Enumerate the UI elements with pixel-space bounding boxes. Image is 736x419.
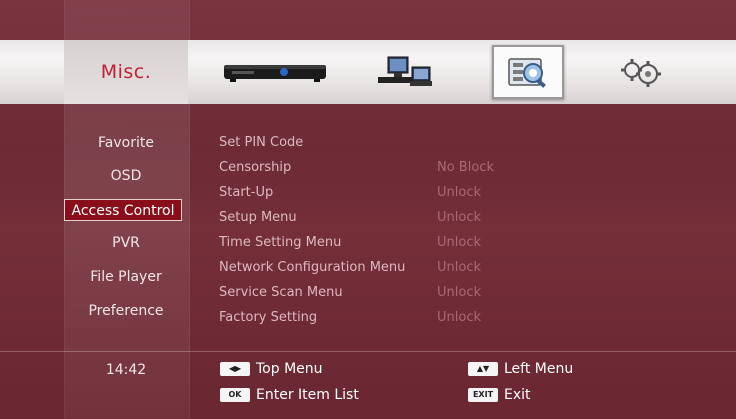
sidebar-item-pvr[interactable]: PVR	[64, 232, 188, 254]
option-time-setting-menu[interactable]: Time Setting Menu	[219, 232, 341, 254]
option-time-setting-menu-value: Unlock	[437, 235, 481, 250]
left-right-key-icon: ◀▶	[220, 362, 250, 376]
hint-exit: EXIT Exit	[468, 384, 531, 406]
exit-key-icon: EXIT	[468, 388, 498, 402]
option-start-up-value: Unlock	[437, 185, 481, 200]
clock: 14:42	[105, 362, 147, 378]
footer-divider	[0, 351, 736, 352]
hint-top-menu: ◀▶ Top Menu	[220, 358, 323, 380]
screen: Misc. Favorite OSD Access Control PVR Fi…	[0, 0, 736, 419]
option-network-configuration-menu-value: Unlock	[437, 260, 481, 275]
up-down-key-icon: ▲▼	[468, 362, 498, 376]
sidebar-item-access-control[interactable]: Access Control	[64, 199, 182, 221]
misc-settings-icon[interactable]	[492, 45, 564, 99]
option-service-scan-menu-value: Unlock	[437, 285, 481, 300]
hint-label: Exit	[504, 387, 531, 403]
option-censorship[interactable]: Censorship	[219, 157, 291, 179]
hint-left-menu: ▲▼ Left Menu	[468, 358, 573, 380]
gears-icon[interactable]	[610, 45, 670, 99]
sidebar-item-file-player[interactable]: File Player	[64, 266, 188, 288]
network-computer-icon[interactable]	[370, 45, 440, 99]
hint-label: Top Menu	[256, 361, 323, 377]
option-service-scan-menu[interactable]: Service Scan Menu	[219, 282, 343, 304]
sidebar-item-osd[interactable]: OSD	[64, 165, 188, 187]
sidebar-item-preference[interactable]: Preference	[64, 300, 188, 322]
hint-enter-item-list: OK Enter Item List	[220, 384, 359, 406]
option-censorship-value: No Block	[437, 160, 494, 175]
option-factory-setting-value: Unlock	[437, 310, 481, 325]
hint-label: Left Menu	[504, 361, 574, 377]
hint-label: Enter Item List	[256, 387, 359, 403]
ok-key-icon: OK	[220, 388, 250, 402]
option-set-pin-code[interactable]: Set PIN Code	[219, 132, 303, 154]
option-start-up[interactable]: Start-Up	[219, 182, 273, 204]
page-title: Misc.	[100, 61, 152, 83]
option-network-configuration-menu[interactable]: Network Configuration Menu	[219, 257, 405, 279]
option-setup-menu-value: Unlock	[437, 210, 481, 225]
option-setup-menu[interactable]: Setup Menu	[219, 207, 297, 229]
option-factory-setting[interactable]: Factory Setting	[219, 307, 317, 329]
sidebar-item-favorite[interactable]: Favorite	[64, 132, 188, 154]
set-top-box-icon[interactable]	[220, 45, 330, 99]
